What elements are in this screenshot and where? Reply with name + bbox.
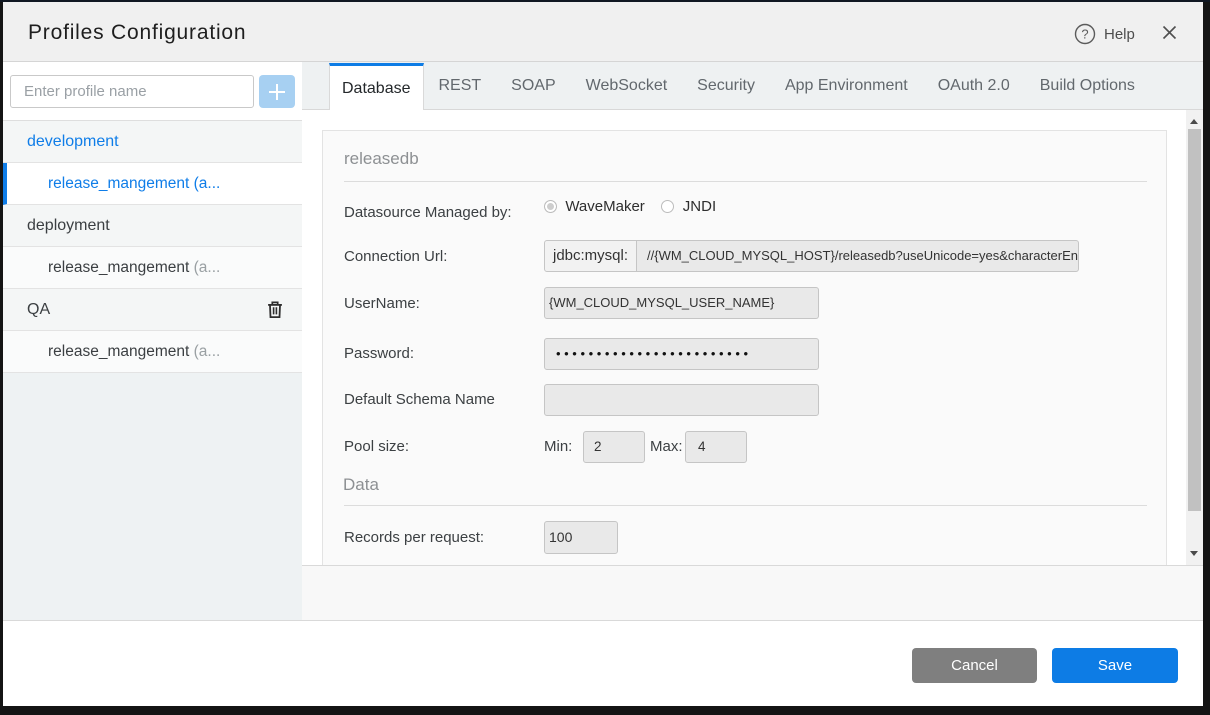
svg-text:?: ?	[1081, 27, 1088, 42]
